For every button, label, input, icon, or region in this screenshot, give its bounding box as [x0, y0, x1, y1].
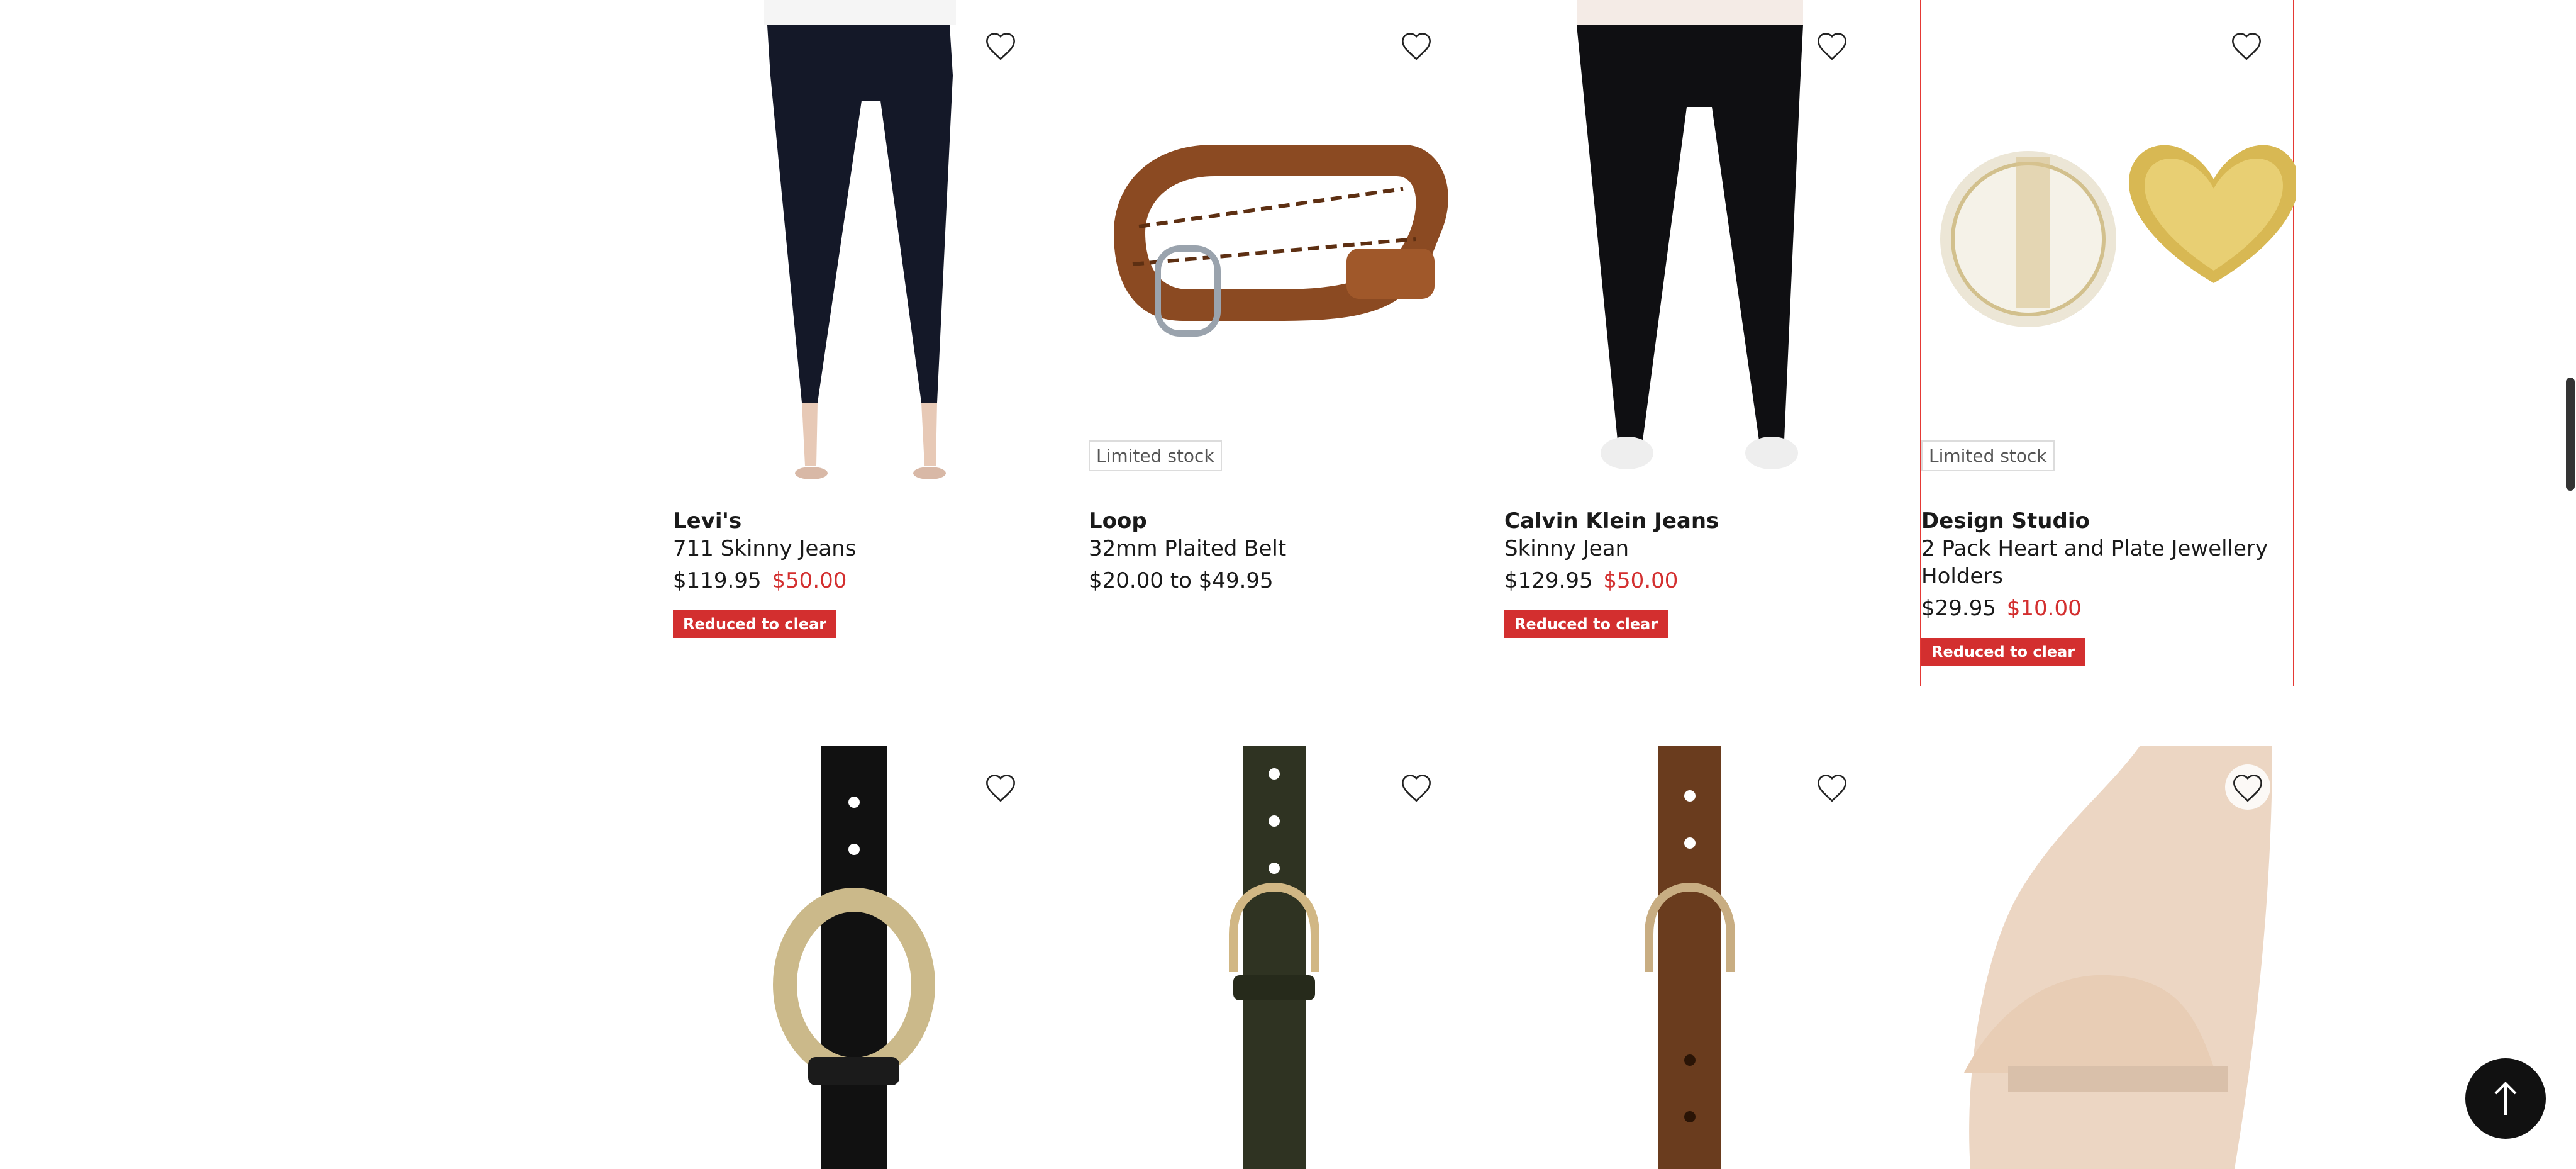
product-name[interactable]: 711 Skinny Jeans [673, 535, 1047, 562]
wishlist-heart-icon[interactable] [2224, 23, 2269, 68]
product-info: Calvin Klein Jeans Skinny Jean $129.95 $… [1504, 507, 1879, 638]
wishlist-heart-icon[interactable] [978, 764, 1023, 810]
product-name[interactable]: 32mm Plaited Belt [1089, 535, 1463, 562]
product-card[interactable]: Calvin Klein Jeans Skinny Jean $129.95 $… [1504, 0, 1879, 686]
wishlist-heart-icon[interactable] [1809, 23, 1855, 68]
product-prices: $129.95 $50.00 [1504, 565, 1879, 596]
product-image[interactable] [1089, 746, 1463, 1169]
product-prices: $20.00 to $49.95 [1089, 565, 1463, 596]
product-card-selected[interactable]: Limited stock Design Studio 2 Pack Heart… [1920, 0, 2296, 686]
was-price: $129.95 [1504, 568, 1593, 593]
product-info: Loop 32mm Plaited Belt $20.00 to $49.95 [1089, 507, 1463, 596]
product-image[interactable] [1920, 746, 2294, 1169]
product-card[interactable] [1504, 746, 1879, 1169]
product-grid-row-1: Levi's 711 Skinny Jeans $119.95 $50.00 R… [673, 0, 2296, 686]
product-card[interactable]: Limited stock Loop 32mm Plaited Belt $20… [1089, 0, 1463, 686]
product-brand[interactable]: Design Studio [1921, 507, 2293, 535]
limited-stock-badge: Limited stock [1089, 440, 1222, 471]
product-card[interactable] [673, 746, 1047, 1169]
price-range: $20.00 to $49.95 [1089, 568, 1274, 593]
product-card[interactable] [1089, 746, 1463, 1169]
product-image[interactable] [1921, 0, 2296, 484]
product-image[interactable] [673, 0, 1047, 484]
wishlist-heart-icon[interactable] [978, 23, 1023, 68]
product-brand[interactable]: Calvin Klein Jeans [1504, 507, 1879, 535]
product-image[interactable] [673, 746, 1047, 1169]
reduced-badge: Reduced to clear [1504, 610, 1668, 638]
product-image[interactable] [1504, 0, 1879, 484]
product-name[interactable]: 2 Pack Heart and Plate Jewellery Holders [1921, 535, 2293, 590]
sale-price: $10.00 [2006, 596, 2082, 621]
product-grid-row-2 [673, 746, 2296, 1169]
product-prices: $29.95 $10.00 [1921, 593, 2293, 624]
reduced-badge: Reduced to clear [673, 610, 837, 638]
product-card[interactable]: Levi's 711 Skinny Jeans $119.95 $50.00 R… [673, 0, 1047, 686]
was-price: $119.95 [673, 568, 762, 593]
product-card[interactable] [1920, 746, 2294, 1169]
sale-price: $50.00 [772, 568, 847, 593]
page-scrollbar[interactable] [2566, 378, 2575, 491]
scroll-to-top-button[interactable] [2465, 1058, 2546, 1139]
product-brand[interactable]: Loop [1089, 507, 1463, 535]
wishlist-heart-icon[interactable] [1394, 764, 1439, 810]
product-brand[interactable]: Levi's [673, 507, 1047, 535]
product-name[interactable]: Skinny Jean [1504, 535, 1879, 562]
product-image[interactable] [1089, 0, 1463, 484]
wishlist-heart-icon[interactable] [1394, 23, 1439, 68]
product-prices: $119.95 $50.00 [673, 565, 1047, 596]
sale-price: $50.00 [1603, 568, 1679, 593]
wishlist-heart-icon[interactable] [1809, 764, 1855, 810]
product-info: Design Studio 2 Pack Heart and Plate Jew… [1921, 507, 2293, 666]
was-price: $29.95 [1921, 596, 1996, 621]
arrow-up-icon [2494, 1082, 2517, 1115]
product-info: Levi's 711 Skinny Jeans $119.95 $50.00 R… [673, 507, 1047, 638]
limited-stock-badge: Limited stock [1921, 440, 2055, 471]
wishlist-heart-icon[interactable] [2225, 764, 2270, 810]
product-image[interactable] [1504, 746, 1879, 1169]
reduced-badge: Reduced to clear [1921, 638, 2085, 666]
